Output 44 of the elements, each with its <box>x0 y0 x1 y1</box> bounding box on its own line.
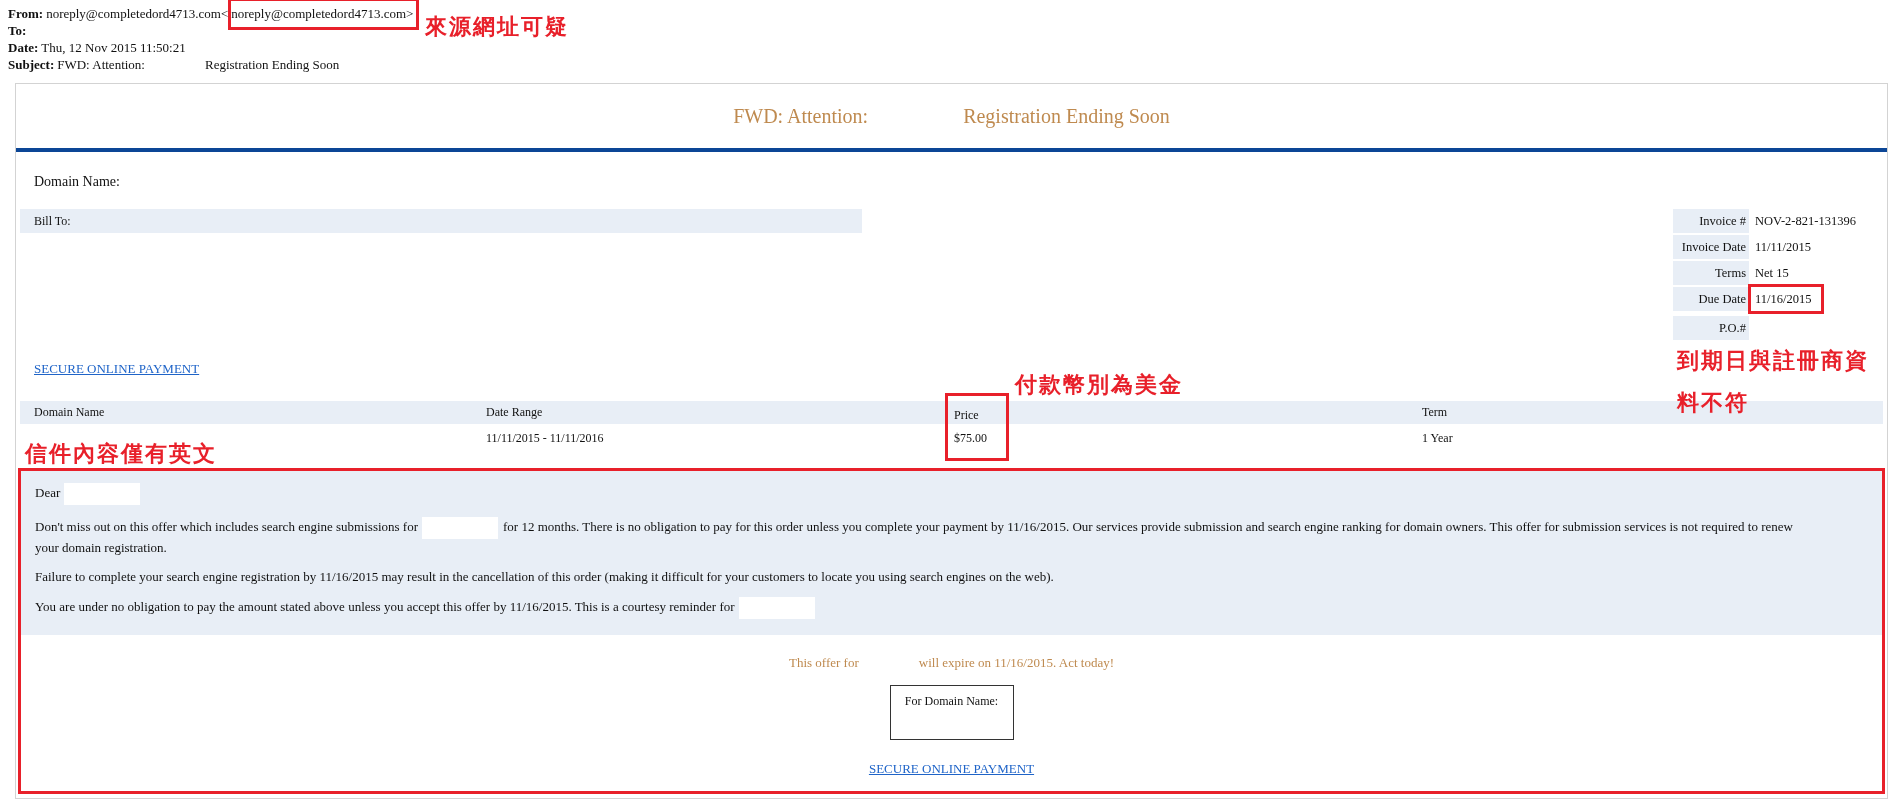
annotation-text: 到期日與註冊商資料不符 <box>1677 347 1870 417</box>
table-cell-text: 1 Year <box>1422 430 1453 446</box>
invoice-label: Due Date <box>1673 287 1749 311</box>
table-cell: $75.00 <box>945 424 1009 461</box>
header-value: Registration Ending Soon <box>204 57 340 72</box>
invoice-value: 11/11/2015 <box>1754 239 1813 256</box>
header-label: To: <box>8 23 27 38</box>
header-value: FWD: Attention: <box>57 57 145 72</box>
header-label: Subject: <box>8 57 55 72</box>
email-title: Registration Ending Soon <box>963 104 1170 128</box>
header-value: noreply@completedord4713.com> <box>228 0 420 30</box>
invoice-label: Invoice Date <box>1673 235 1749 259</box>
invoice-label: Terms <box>1673 261 1749 285</box>
bill-to-label: Bill To: <box>20 209 862 233</box>
column-header: Date Range <box>486 404 543 421</box>
message-text: your domain registration. <box>35 540 167 555</box>
invoice-label: P.O.# <box>1673 316 1749 340</box>
expiry-notice: This offer for <box>789 655 859 671</box>
column-header: Term <box>1422 404 1448 421</box>
header-value: noreply@completedord4713.com< <box>46 6 229 21</box>
message-text: You are under no obligation to pay the amount stated above unless you accept this offer by 11/16/2015. This is a courtesy reminder for <box>35 599 735 614</box>
invoice-label: Invoice # <box>1673 209 1749 233</box>
header-label: From: <box>8 6 44 21</box>
annotation-text: 付款幣別為美金 <box>1015 371 1184 399</box>
header-value: Thu, 12 Nov 2015 11:50:21 <box>41 40 186 55</box>
domain-box: For Domain Name: <box>889 685 1014 740</box>
column-header: Domain Name <box>34 404 105 421</box>
column-header: Price <box>945 393 1009 427</box>
table-cell-text: 11/11/2015 - 11/11/2016 <box>486 430 604 446</box>
domain-label: Domain Name: <box>33 173 121 191</box>
annotation-text: 來源網址可疑 <box>425 13 570 41</box>
payment-link[interactable]: SECURE ONLINE PAYMENT <box>34 361 200 376</box>
message-text: Don't miss out on this offer which includes search engine submissions for <box>35 519 419 534</box>
header-label: Date: <box>8 40 39 55</box>
invoice-value: Net 15 <box>1754 265 1790 282</box>
invoice-value: 11/16/2015 <box>1748 284 1825 314</box>
payment-link[interactable]: SECURE ONLINE PAYMENT <box>868 761 1035 776</box>
email-title: FWD: Attention: <box>733 104 869 128</box>
message-text: for 12 months. There is no obligation to pay for this order unless you complete your payment by 11/16/2015. Our services provide submission and search engine ranking for domain owners. This offer for submission services is not required to renew <box>503 519 1793 534</box>
message-text: Dear <box>35 485 61 500</box>
message-text: Failure to complete your search engine registration by 11/16/2015 may result in the cancellation of this order (making it difficult for your customers to locate you using search engines on the web). <box>35 569 1054 584</box>
expiry-notice: will expire on 11/16/2015. Act today! <box>918 655 1114 671</box>
invoice-value: NOV-2-821-131396 <box>1754 213 1857 230</box>
annotation-text: 信件內容僅有英文 <box>25 440 218 468</box>
